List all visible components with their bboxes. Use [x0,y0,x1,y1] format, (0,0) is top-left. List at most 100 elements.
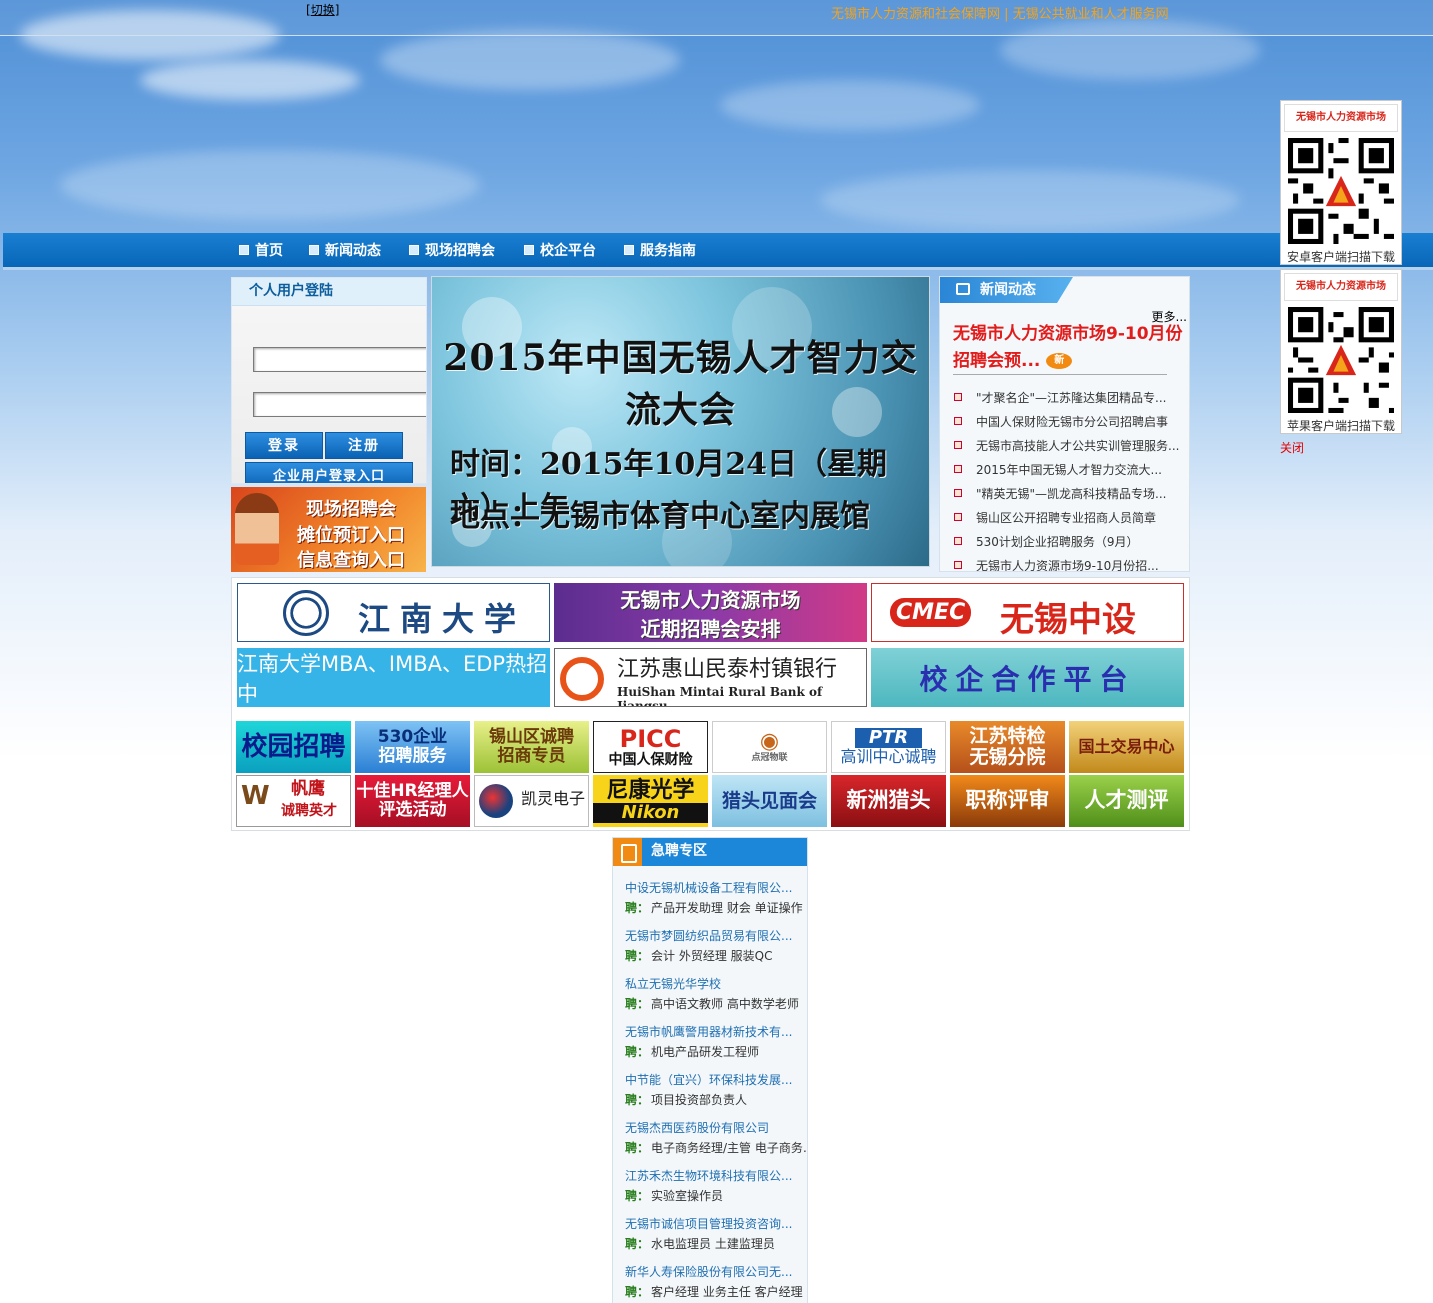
ad-text: 江苏特检 [969,725,1046,748]
qr-title: 无锡市人力资源市场 [1284,273,1398,301]
job-item: 无锡杰西医药股份有限公司 聘： 电子商务经理/主管 电子商务… [625,1118,808,1158]
nav-label: 新闻动态 [325,243,381,259]
nav-label: 校企平台 [540,243,596,259]
switch-link[interactable]: 切换 [311,3,335,17]
qr-code-icon[interactable] [1288,307,1394,413]
job-company-link[interactable]: 江苏禾杰生物环境科技有限公... [625,1166,807,1186]
job-item: 无锡市诚信项目管理投资咨询... 聘： 水电监理员 土建监理员 [625,1214,807,1254]
news-item[interactable]: "才聚名企"—江苏隆达集团精品专... [954,385,1189,409]
site-links[interactable]: 无锡市人力资源和社会保障网 | 无锡公共就业和人才服务网 [831,3,1169,22]
tab-news[interactable]: 新闻动态 [940,277,1073,303]
ad-text: 十佳HR经理人 [356,781,469,802]
job-company-link[interactable]: 新华人寿保险股份有限公司无... [625,1262,807,1282]
qr-title: 无锡市人力资源市场 [1284,104,1398,132]
job-item: 无锡市梦圆纺织品贸易有限公... 聘： 会计 外贸经理 服装QC [625,926,807,966]
news-item[interactable]: 无锡市高技能人才公共实训管理服务... [954,433,1189,457]
news-item[interactable]: 中国人保财险无锡市分公司招聘启事 [954,409,1189,433]
ad-text: Nikon [593,803,708,823]
nav-label: 现场招聘会 [425,243,495,259]
pin-label: 聘： [625,997,650,1011]
job-item: 中设无锡机械设备工程有限公... 聘： 产品开发助理 财会 单证操作 [625,878,807,918]
login-button[interactable]: 登录 [245,432,323,459]
ad-kailing[interactable]: 凯灵电子 [474,775,589,827]
news-item[interactable]: 530计划企业招聘服务（9月） [954,529,1189,553]
login-title: 个人用户登陆 [232,278,426,306]
job-positions-text: 电子商务经理/主管 电子商务… [651,1141,808,1155]
ad-title-review[interactable]: 职称评审 [950,775,1065,827]
job-positions: 聘： 会计 外贸经理 服装QC [625,946,807,966]
news-item[interactable]: "精英无锡"—凯龙高科技精品专场... [954,481,1189,505]
ad-cmec[interactable]: CMEC 无锡中设 [871,583,1184,642]
ad-530[interactable]: 530企业 招聘服务 [355,721,470,773]
job-company-link[interactable]: 无锡市诚信项目管理投资咨询... [625,1214,807,1234]
ad-text: 招商专员 [497,746,566,766]
nav-bullet-icon [309,245,319,255]
ad-fanying[interactable]: W 帆鹰 诚聘英才 [236,775,351,827]
nav-service-guide[interactable]: 服务指南 [624,240,696,260]
ad-jiangnan-mba[interactable]: 江南大学MBA、IMBA、EDP热招中 [237,648,550,707]
ad-hr-market[interactable]: 无锡市人力资源市场 近期招聘会安排 [554,583,867,642]
headline-divider [953,374,1167,375]
ad-xinzhou[interactable]: 新洲猎头 [831,775,946,827]
job-company-link[interactable]: 私立无锡光华学校 [625,974,807,994]
nav-job-fair[interactable]: 现场招聘会 [409,240,495,260]
job-fair-promo[interactable]: 现场招聘会 摊位预订入口 信息查询入口 [231,487,426,572]
pin-label: 聘： [625,1093,650,1107]
nav-school-enterprise[interactable]: 校企平台 [524,240,596,260]
ad-campus[interactable]: 校园招聘 [236,721,351,773]
job-company-link[interactable]: 无锡市帆鹰警用器材新技术有... [625,1022,807,1042]
job-item: 新华人寿保险股份有限公司无... 聘： 客户经理 业务主任 客户经理 [625,1262,807,1302]
ad-text: 江南大学 [358,600,527,638]
ad-special-inspection[interactable]: 江苏特检 无锡分院 [950,721,1065,773]
clipboard-icon [613,838,642,866]
job-company-link[interactable]: 无锡市梦圆纺织品贸易有限公... [625,926,807,946]
ad-text: 锡山区诚聘 [489,727,574,748]
register-button[interactable]: 注册 [325,432,403,459]
ad-text: 无锡市人力资源市场 [620,587,801,612]
job-positions: 聘： 机电产品研发工程师 [625,1042,807,1062]
nav-label: 首页 [255,243,283,259]
ad-headhunter-meeting[interactable]: 猎头见面会 [712,775,827,827]
job-positions: 聘： 实验室操作员 [625,1186,807,1206]
ad-mintai-bank[interactable]: 江苏惠山民泰村镇银行 HuiShan Mintai Rural Bank of … [554,648,867,707]
ad-nikon[interactable]: 尼康光学 Nikon [593,775,708,827]
person-photo-icon [235,493,279,565]
qr-code-icon[interactable] [1288,138,1394,244]
ad-text: 点冠物联 [751,753,788,764]
ad-top-hr[interactable]: 十佳HR经理人 评选活动 [355,775,470,827]
enterprise-login-button[interactable]: 企业用户登录入口 [245,462,413,483]
promo-line: 信息查询入口 [297,550,405,571]
ad-jiangnan-university[interactable]: 江南大学 [237,583,550,642]
job-company-link[interactable]: 中节能（宜兴）环保科技发展... [625,1070,807,1090]
ad-text: 530企业 [377,727,448,748]
ad-ptr[interactable]: PTR 高训中心诚聘 [831,721,946,773]
ad-talent-eval[interactable]: 人才测评 [1069,775,1184,827]
urgent-title: 急聘专区 [613,838,807,866]
news-item[interactable]: 2015年中国无锡人才智力交流大... [954,457,1189,481]
news-panel: 新闻动态 更多... 无锡市人力资源市场9-10月份招聘会预... 新 "才聚名… [939,276,1190,572]
qr-ios-box: 无锡市人力资源市场 苹果客户端扫描下载 [1280,269,1402,434]
ad-xishan[interactable]: 锡山区诚聘 招商专员 [474,721,589,773]
ad-text: 江苏惠山民泰村镇银行 [617,657,838,682]
main-banner[interactable]: 2015年中国无锡人才智力交流大会 时间：2015年10月24日（星期六）上午 … [431,276,930,567]
news-item[interactable]: 锡山区公开招聘专业招商人员简章 [954,505,1189,529]
job-positions-text: 水电监理员 土建监理员 [651,1237,775,1251]
news-headline[interactable]: 无锡市人力资源市场9-10月份招聘会预... 新 [953,321,1185,375]
ad-dianguan[interactable]: ◉ 点冠物联 [712,721,827,773]
job-company-link[interactable]: 中设无锡机械设备工程有限公... [625,878,807,898]
pin-label: 聘： [625,1141,650,1155]
ad-text: 凯灵电子 [521,789,586,808]
nav-home[interactable]: 首页 [239,240,283,260]
job-company-link[interactable]: 无锡杰西医药股份有限公司 [625,1118,807,1138]
ad-school-enterprise[interactable]: 校企合作平台 [871,648,1184,707]
bullet-icon [954,417,962,425]
username-input[interactable] [253,347,426,372]
job-positions-text: 实验室操作员 [651,1189,724,1203]
qr-close-link[interactable]: 关闭 [1280,439,1304,456]
job-positions-text: 会计 外贸经理 服装QC [651,949,773,963]
nav-news[interactable]: 新闻动态 [309,240,381,260]
ad-land-exchange[interactable]: 国土交易中心 [1069,721,1184,773]
password-input[interactable] [253,392,426,417]
ad-picc[interactable]: PICC 中国人保财险 [593,721,708,773]
news-item[interactable]: 无锡市人力资源市场9-10月份招... [954,553,1189,571]
